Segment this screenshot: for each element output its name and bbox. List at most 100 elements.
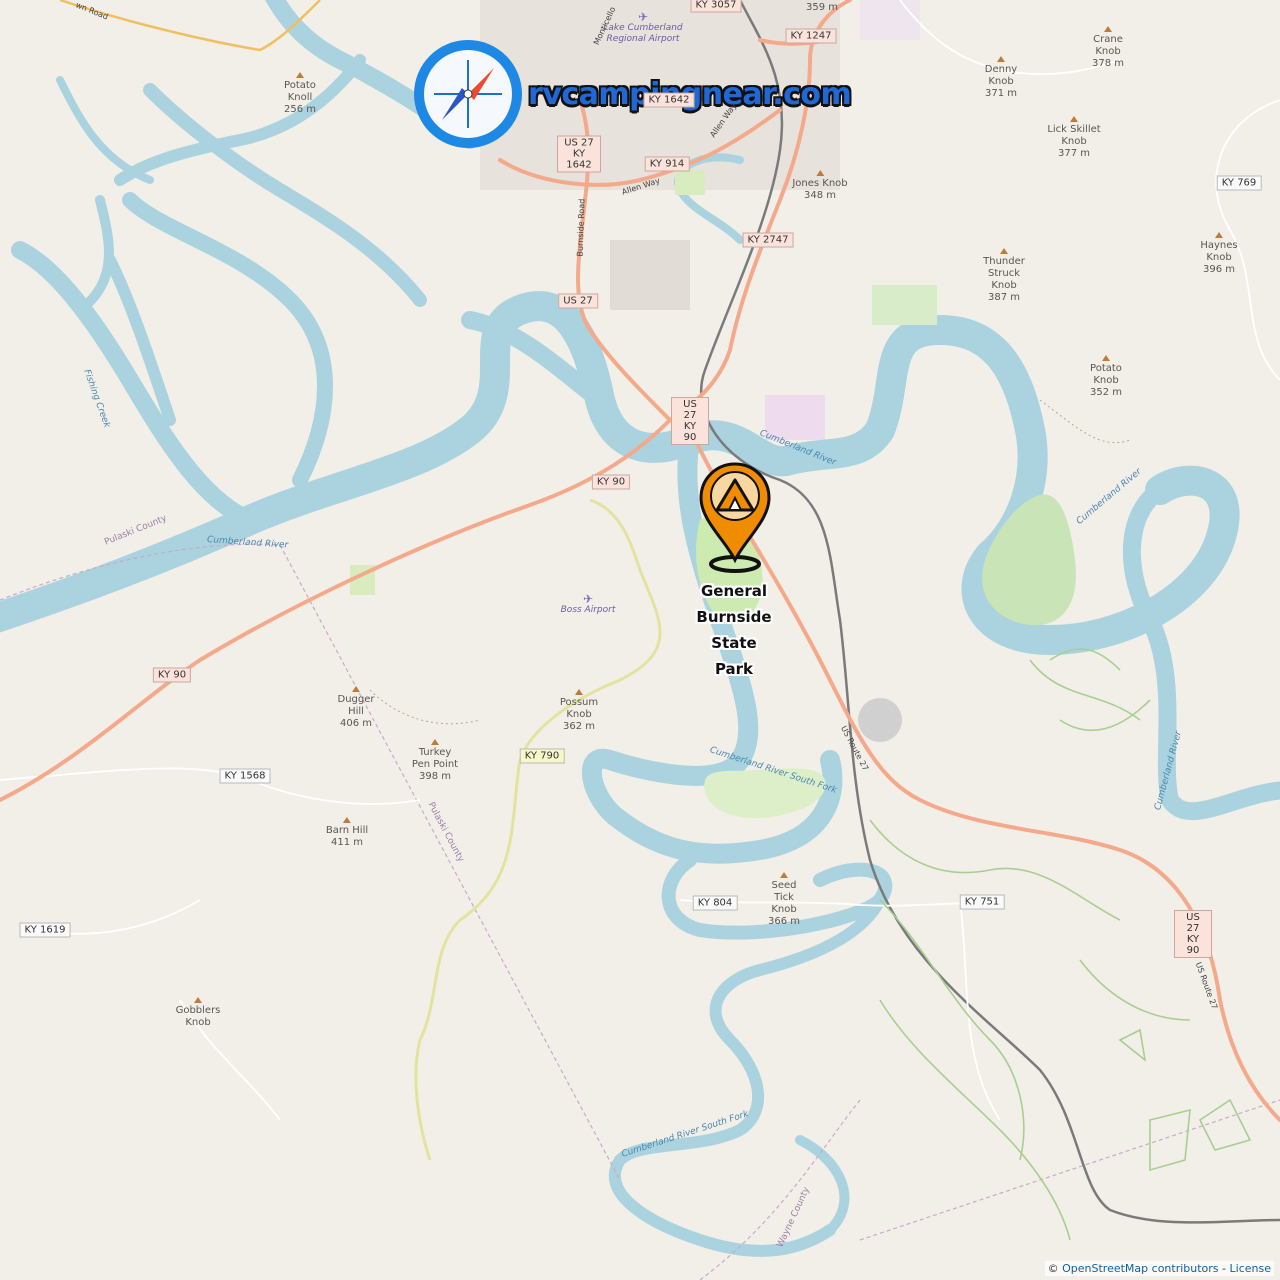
peak-name: Haynes Knob (1200, 240, 1238, 263)
road-shield: KY 914 (644, 156, 690, 172)
peak-marker: Dugger Hill 406 m (336, 686, 376, 730)
attribution-separator: - (1222, 1262, 1227, 1275)
peak-marker: Gobblers Knob (174, 997, 222, 1029)
road-shield: KY 1642 (643, 92, 695, 108)
peak-marker: Seed Tick Knob 366 m (760, 872, 808, 928)
peak-icon (1102, 355, 1110, 361)
peak-elevation: 366 m (767, 916, 800, 927)
peak-icon (997, 56, 1005, 62)
peak-elevation: 359 m (805, 2, 839, 13)
peak-name: Barn Hill (325, 825, 369, 836)
peak-icon (816, 170, 824, 176)
brand-logo[interactable]: rvcampingnear.com (414, 40, 852, 148)
airport-icon: ✈ (637, 10, 649, 24)
peak-icon (342, 817, 351, 823)
road-shield: KY 790 (519, 748, 565, 764)
peak-elevation: 348 m (803, 190, 836, 201)
peak-elevation: 396 m (1202, 264, 1235, 275)
compass-icon (414, 40, 522, 148)
peak-marker: Potato Knoll 256 m (277, 72, 323, 116)
quarry-area (858, 698, 902, 742)
park-area-subdivision (872, 285, 937, 325)
copyright-symbol: © (1047, 1262, 1059, 1275)
peak-marker: 359 m (806, 2, 838, 14)
campsite-pin-icon[interactable] (695, 460, 775, 576)
airport-icon: ✈ (582, 592, 594, 606)
road-shield: US 27 KY 90 (671, 397, 709, 445)
airport-label: ✈ Boss Airport (560, 592, 616, 616)
peak-name: Gobblers Knob (175, 1005, 221, 1028)
peak-icon (1104, 26, 1112, 32)
peak-elevation: 362 m (562, 721, 595, 732)
peak-elevation: 398 m (418, 771, 451, 782)
peak-elevation: 377 m (1057, 148, 1090, 159)
county-boundaries (0, 543, 1280, 1280)
peak-name: Possum Knob (559, 697, 599, 720)
peak-name: Crane Knob (1093, 34, 1123, 57)
map-canvas[interactable]: rvcampingnear.com KY 3057 KY 1247 KY 164… (0, 0, 1280, 1280)
peak-icon (194, 997, 202, 1003)
peak-name: Thunder Struck Knob (983, 256, 1025, 291)
town-area (860, 0, 920, 40)
road-shield: KY 1619 (19, 922, 71, 938)
park-area-east (982, 494, 1076, 626)
peak-marker: Turkey Pen Point 398 m (410, 739, 460, 783)
park-name-line: Burnside (696, 608, 772, 626)
peak-elevation: 406 m (339, 718, 372, 729)
commercial-area (610, 240, 690, 310)
road-shield: KY 2747 (742, 232, 794, 248)
peak-name: Turkey Pen Point (411, 747, 459, 770)
peak-name: Denny Knob (984, 64, 1018, 87)
peak-elevation: 387 m (987, 292, 1020, 303)
peak-icon (1000, 248, 1008, 254)
peak-name: Jones Knob (792, 178, 848, 189)
peak-name: Dugger Hill (337, 694, 375, 717)
park-name-line: General (700, 582, 767, 600)
green-area-town (675, 170, 705, 195)
peak-elevation: 256 m (283, 104, 316, 115)
peak-name: Potato Knob (1090, 363, 1122, 386)
road-shield: KY 1247 (785, 28, 837, 44)
map-attribution: © OpenStreetMap contributors - License (1044, 1261, 1274, 1276)
peak-elevation: 371 m (984, 88, 1017, 99)
peak-icon (431, 739, 439, 745)
peak-elevation: 352 m (1089, 387, 1122, 398)
peak-marker: Lick Skillet Knob 377 m (1039, 116, 1109, 160)
compass-needle-icon (434, 60, 502, 128)
road-shield: KY 804 (692, 895, 738, 911)
peak-icon (296, 72, 304, 78)
road-shield: KY 90 (591, 474, 631, 490)
peak-marker: Barn Hill 411 m (326, 817, 368, 849)
peak-marker: Thunder Struck Knob 387 m (981, 248, 1027, 304)
peak-name: Lick Skillet Knob (1047, 124, 1101, 147)
peak-icon (780, 872, 788, 878)
peak-name: Potato Knoll (284, 80, 316, 103)
peak-marker: Haynes Knob 396 m (1197, 232, 1241, 276)
peak-icon (575, 689, 583, 695)
road-shield: KY 1568 (219, 768, 271, 784)
peak-name: Seed Tick Knob (771, 880, 797, 915)
osm-attribution-link[interactable]: OpenStreetMap contributors (1062, 1262, 1218, 1275)
license-link[interactable]: License (1230, 1262, 1271, 1275)
airport-name: Boss Airport (560, 605, 616, 615)
road-shield: US 27 KY 90 (1174, 910, 1212, 958)
peak-marker: Jones Knob 348 m (792, 170, 848, 202)
road-shield: US 27 KY 1642 (557, 135, 601, 173)
base-map (0, 0, 1280, 1280)
peak-marker: Crane Knob 378 m (1088, 26, 1128, 70)
park-name-label: General Burnside State Park (696, 578, 771, 682)
peak-icon (1070, 116, 1078, 122)
peak-icon (352, 686, 360, 692)
park-name-line: Park (714, 660, 754, 678)
peak-elevation: 411 m (330, 837, 364, 848)
park-name-line: State (711, 634, 757, 652)
road-shield: US 27 (558, 293, 598, 309)
peak-marker: Possum Knob 362 m (557, 689, 601, 733)
airport-name: Lake Cumberland Regional Airport (603, 23, 683, 44)
road-shield: KY 769 (1216, 175, 1262, 191)
peak-elevation: 378 m (1091, 58, 1124, 69)
peak-icon (1215, 232, 1223, 238)
airport-label: ✈ Lake Cumberland Regional Airport (598, 10, 688, 45)
road-shield: KY 751 (959, 894, 1005, 910)
road-shield: KY 90 (152, 667, 192, 683)
